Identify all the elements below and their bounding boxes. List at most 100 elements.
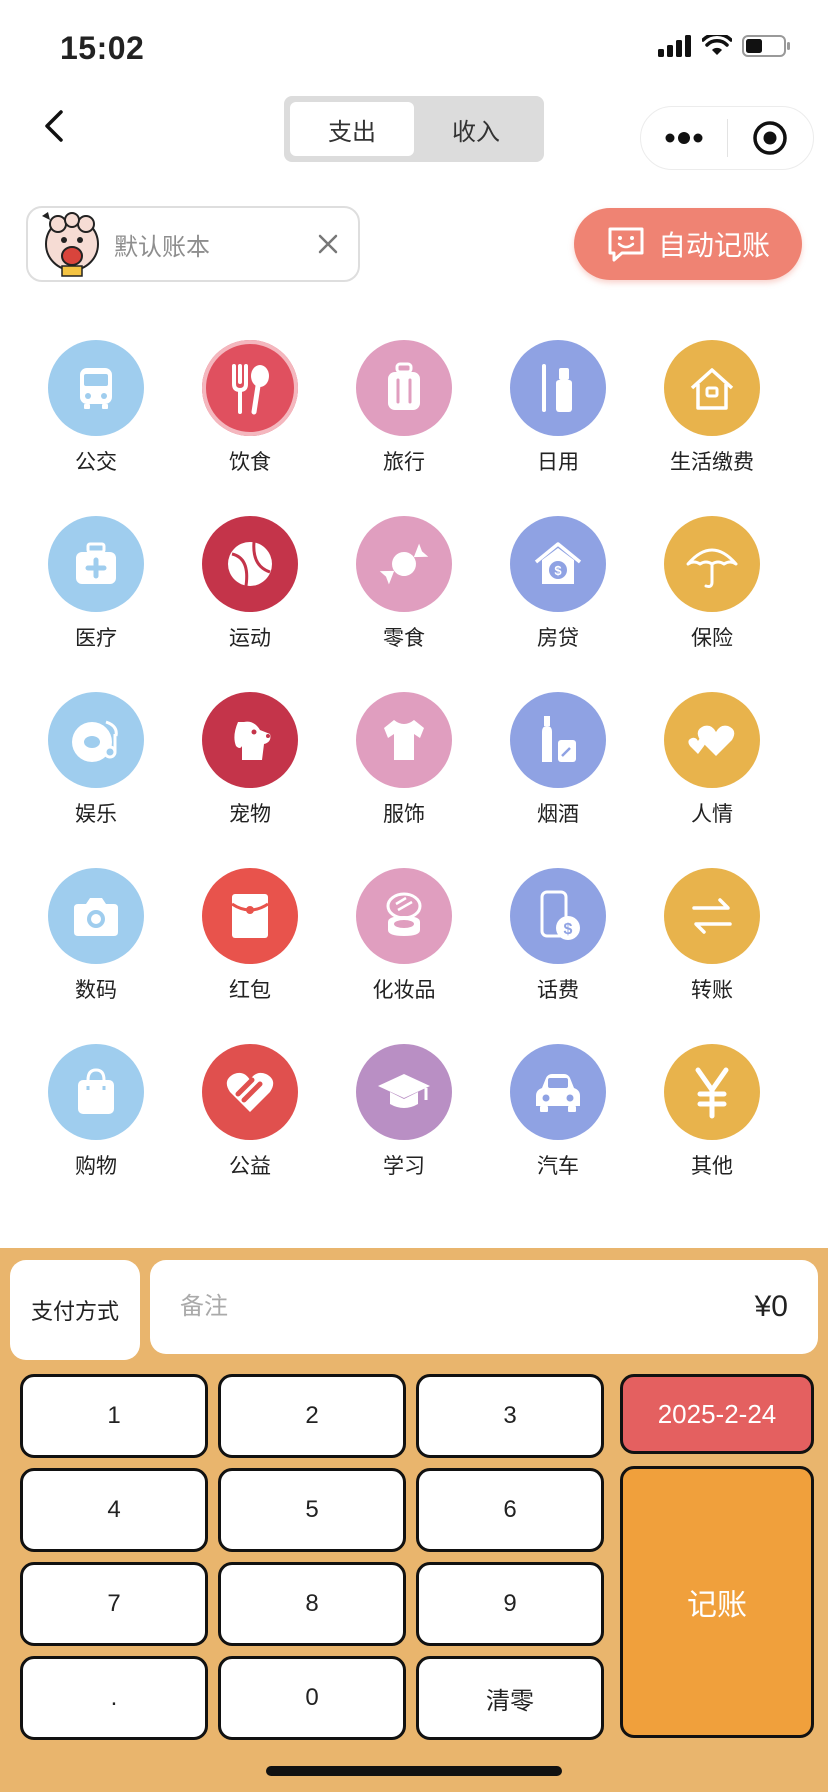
key-0[interactable]: 0	[218, 1656, 406, 1740]
category-label: 公益	[229, 1155, 271, 1178]
date-button[interactable]: 2025-2-24	[620, 1374, 814, 1454]
category-item[interactable]: 运动	[190, 516, 310, 656]
type-segmented-control: 支出 收入	[284, 96, 544, 162]
category-label: 红包	[229, 979, 271, 1002]
category-label: 运动	[229, 627, 271, 650]
category-item[interactable]: $ 房贷	[498, 516, 618, 656]
svg-text:$: $	[564, 921, 573, 938]
more-button[interactable]	[641, 107, 727, 169]
key-3[interactable]: 3	[416, 1374, 604, 1458]
category-label: 保险	[691, 627, 733, 650]
key-2[interactable]: 2	[218, 1374, 406, 1458]
auto-record-button[interactable]: 自动记账	[574, 208, 802, 280]
signal-icon	[658, 35, 692, 62]
category-label: 生活缴费	[670, 451, 754, 474]
category-item[interactable]: 其他	[652, 1044, 772, 1184]
keypad-panel: 支付方式 ¥0 1 2 3 4 5 6 7 8 9 . 0 清零 2025-2-…	[0, 1248, 828, 1792]
auto-record-label: 自动记账	[657, 230, 770, 261]
toothbrush-icon	[510, 340, 606, 436]
category-item[interactable]: 汽车	[498, 1044, 618, 1184]
close-icon	[318, 234, 338, 254]
category-item[interactable]: 医疗	[36, 516, 156, 656]
category-item[interactable]: 烟酒	[498, 692, 618, 832]
category-label: 娱乐	[75, 803, 117, 826]
suitcase-icon	[356, 340, 452, 436]
category-item[interactable]: 旅行	[344, 340, 464, 480]
key-5[interactable]: 5	[218, 1468, 406, 1552]
category-label: 数码	[75, 979, 117, 1002]
key-7[interactable]: 7	[20, 1562, 208, 1646]
wifi-icon	[701, 32, 733, 62]
category-label: 零食	[383, 627, 425, 650]
ledger-clear-button[interactable]	[308, 224, 348, 264]
category-label: 宠物	[229, 803, 271, 826]
camera-icon	[48, 868, 144, 964]
category-item[interactable]: 购物	[36, 1044, 156, 1184]
category-item[interactable]: 红包	[190, 868, 310, 1008]
amount-display: ¥0	[754, 1290, 788, 1323]
music-disc-icon	[48, 692, 144, 788]
record-submit-button[interactable]: 记账	[620, 1466, 814, 1738]
category-label: 购物	[75, 1155, 117, 1178]
category-item[interactable]: 数码	[36, 868, 156, 1008]
house-dollar-icon: $	[510, 516, 606, 612]
category-item[interactable]: 零食	[344, 516, 464, 656]
ledger-selector[interactable]: 默认账本	[26, 206, 360, 282]
home-indicator	[266, 1766, 562, 1776]
key-dot[interactable]: .	[20, 1656, 208, 1740]
category-label: 日用	[537, 451, 579, 474]
payment-method-button[interactable]: 支付方式	[10, 1260, 140, 1360]
note-input[interactable]	[180, 1293, 755, 1321]
house-icon	[664, 340, 760, 436]
category-label: 汽车	[537, 1155, 579, 1178]
red-envelope-icon	[202, 868, 298, 964]
category-label: 公交	[75, 451, 117, 474]
close-miniprogram-button[interactable]	[728, 107, 814, 169]
status-icons	[658, 32, 792, 63]
category-item[interactable]: 学习	[344, 1044, 464, 1184]
category-label: 其他	[691, 1155, 733, 1178]
category-label: 学习	[383, 1155, 425, 1178]
bottle-icon	[510, 692, 606, 788]
key-6[interactable]: 6	[416, 1468, 604, 1552]
key-4[interactable]: 4	[20, 1468, 208, 1552]
yen-icon	[664, 1044, 760, 1140]
key-8[interactable]: 8	[218, 1562, 406, 1646]
dog-icon	[202, 692, 298, 788]
car-icon	[510, 1044, 606, 1140]
graduation-cap-icon	[356, 1044, 452, 1140]
category-label: 服饰	[383, 803, 425, 826]
category-item[interactable]: 娱乐	[36, 692, 156, 832]
charity-heart-icon	[202, 1044, 298, 1140]
back-button[interactable]	[30, 100, 78, 152]
category-item[interactable]: 宠物	[190, 692, 310, 832]
note-field: ¥0	[150, 1260, 818, 1354]
tab-expense[interactable]: 支出	[290, 102, 414, 156]
category-item[interactable]: 饮食	[190, 340, 310, 480]
category-item[interactable]: 人情	[652, 692, 772, 832]
hearts-icon	[664, 692, 760, 788]
fork-spoon-icon	[202, 340, 298, 436]
category-item[interactable]: $ 话费	[498, 868, 618, 1008]
transfer-icon	[664, 868, 760, 964]
svg-text:$: $	[554, 563, 562, 578]
category-label: 话费	[537, 979, 579, 1002]
shopping-bag-icon	[48, 1044, 144, 1140]
ledger-name: 默认账本	[114, 233, 210, 261]
key-9[interactable]: 9	[416, 1562, 604, 1646]
category-item[interactable]: 服饰	[344, 692, 464, 832]
category-item[interactable]: 生活缴费	[652, 340, 772, 480]
category-item[interactable]: 公益	[190, 1044, 310, 1184]
category-item[interactable]: 日用	[498, 340, 618, 480]
key-1[interactable]: 1	[20, 1374, 208, 1458]
category-label: 饮食	[229, 451, 271, 474]
category-item[interactable]: 保险	[652, 516, 772, 656]
ledger-avatar	[36, 208, 108, 280]
category-item[interactable]: 化妆品	[344, 868, 464, 1008]
chat-smile-icon	[608, 227, 644, 262]
shirt-icon	[356, 692, 452, 788]
category-item[interactable]: 公交	[36, 340, 156, 480]
category-item[interactable]: 转账	[652, 868, 772, 1008]
tab-income[interactable]: 收入	[414, 102, 538, 156]
key-clear[interactable]: 清零	[416, 1656, 604, 1740]
